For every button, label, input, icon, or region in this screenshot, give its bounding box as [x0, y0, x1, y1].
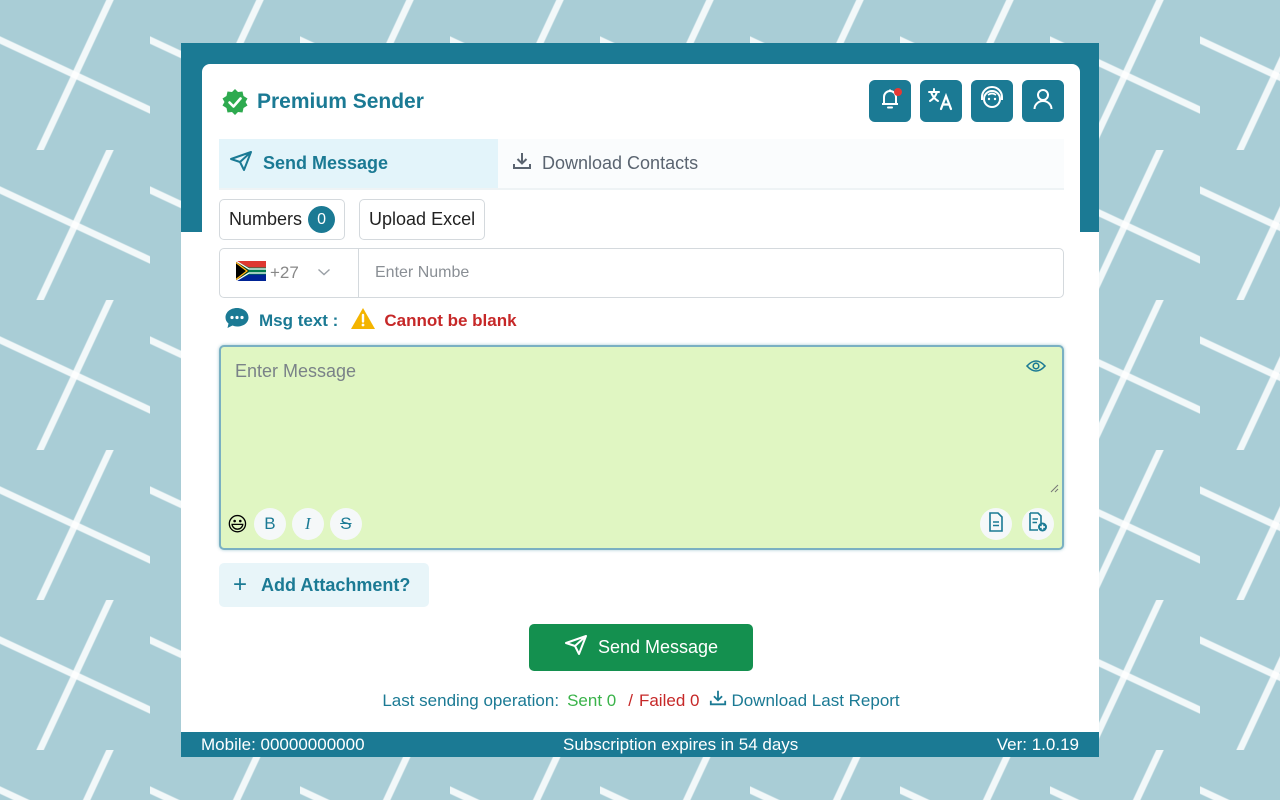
user-icon: [1032, 87, 1054, 116]
country-code: +27: [270, 263, 299, 282]
italic-button[interactable]: I: [291, 508, 324, 540]
plus-icon: +: [233, 571, 248, 598]
format-toolbar: 😃 B I S: [227, 508, 362, 540]
language-button[interactable]: [920, 80, 962, 122]
strikethrough-button[interactable]: S: [329, 508, 362, 540]
message-textarea[interactable]: [221, 347, 1062, 497]
message-error: Cannot be blank: [384, 310, 517, 330]
message-label-row: Msg text : Cannot be blank: [224, 306, 517, 335]
number-source-row: Numbers 0 Upload Excel: [219, 199, 486, 240]
upload-excel-button[interactable]: Upload Excel: [359, 199, 486, 240]
document-icon: [988, 511, 1004, 537]
mobile-number: Mobile: 00000000000: [201, 734, 365, 754]
numbers-count-badge: 0: [308, 206, 336, 233]
send-icon: [229, 150, 253, 177]
bold-label: B: [264, 514, 276, 533]
phone-entry: +27: [219, 248, 1064, 298]
south-africa-flag-icon: [235, 259, 266, 286]
add-document-icon: [1028, 511, 1048, 537]
support-button[interactable]: [971, 80, 1013, 122]
add-template-button[interactable]: [1022, 508, 1054, 540]
notification-dot: [894, 88, 902, 96]
phone-number-input[interactable]: [359, 249, 1063, 297]
resize-handle-icon[interactable]: [1049, 480, 1059, 498]
translate-icon: [927, 87, 955, 116]
subscription-status: Subscription expires in 54 days: [563, 734, 799, 754]
download-last-report-label: Download Last Report: [731, 690, 900, 710]
chevron-down-icon: [317, 264, 331, 282]
send-message-button[interactable]: Send Message: [529, 624, 753, 671]
tab-bar: Send Message Download Contacts: [219, 139, 1064, 190]
template-toolbar: [980, 508, 1054, 540]
download-icon: [512, 151, 532, 176]
chat-bubble-icon: [224, 306, 250, 335]
template-button[interactable]: [980, 508, 1012, 540]
country-code-select[interactable]: +27: [220, 249, 359, 297]
italic-label: I: [305, 514, 311, 533]
sent-count: Sent 0: [567, 690, 617, 710]
last-operation-summary: Last sending operation: Sent 0 / Failed …: [202, 689, 1080, 712]
tab-send-message[interactable]: Send Message: [219, 139, 498, 188]
bold-button[interactable]: B: [253, 508, 286, 540]
tab-label: Download Contacts: [542, 153, 699, 173]
eye-icon[interactable]: [1025, 359, 1047, 378]
notifications-button[interactable]: [869, 80, 911, 122]
tab-download-contacts[interactable]: Download Contacts: [498, 139, 698, 188]
app-header: Premium Sender: [221, 88, 424, 116]
failed-count: Failed 0: [638, 690, 700, 710]
header-actions: [869, 80, 1064, 122]
separator: /: [628, 690, 633, 710]
numbers-button[interactable]: Numbers 0: [219, 199, 346, 240]
warning-icon: [350, 307, 376, 335]
add-attachment-label: Add Attachment?: [261, 574, 411, 595]
main-card: Premium Sender Send Message Download Con…: [202, 64, 1080, 732]
send-message-label: Send Message: [597, 637, 719, 657]
send-icon: [564, 634, 588, 661]
support-agent-icon: [979, 85, 1005, 117]
extension-window: Premium Sender Send Message Download Con…: [181, 43, 1099, 757]
app-title: Premium Sender: [257, 90, 424, 113]
message-label: Msg text :: [259, 310, 339, 330]
download-last-report-link[interactable]: Download Last Report: [709, 689, 900, 712]
verified-badge-icon: [221, 88, 249, 116]
emoji-picker-button[interactable]: 😃: [227, 512, 248, 537]
download-icon: [709, 689, 727, 712]
numbers-label: Numbers: [229, 209, 303, 229]
version-label: Ver: 1.0.19: [996, 734, 1079, 754]
upload-excel-label: Upload Excel: [369, 209, 476, 229]
add-attachment-button[interactable]: + Add Attachment?: [219, 563, 429, 607]
strikethrough-label: S: [340, 514, 352, 533]
message-editor: 😃 B I S: [219, 345, 1064, 550]
last-operation-label: Last sending operation:: [382, 690, 560, 710]
status-footer: Mobile: 00000000000 Subscription expires…: [181, 732, 1099, 757]
tab-label: Send Message: [263, 153, 389, 173]
account-button[interactable]: [1022, 80, 1064, 122]
